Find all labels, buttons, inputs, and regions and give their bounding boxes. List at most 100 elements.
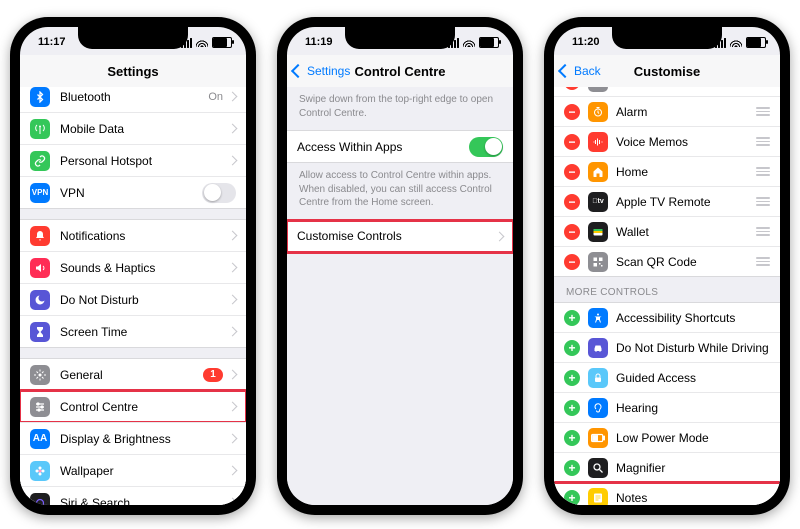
row-personal-hotspot[interactable]: Personal Hotspot	[20, 144, 246, 176]
status-time: 11:19	[305, 36, 333, 48]
included-row-alarm[interactable]: −Alarm	[554, 96, 780, 126]
included-row-scan-qr-code[interactable]: −Scan QR Code	[554, 246, 780, 276]
access-icon	[588, 308, 608, 328]
battery-icon	[479, 37, 499, 48]
included-row-camera[interactable]: −Camera	[554, 87, 780, 96]
row-notifications[interactable]: Notifications	[20, 220, 246, 251]
chevron-right-icon	[228, 295, 238, 305]
chevron-right-icon	[228, 370, 238, 380]
more-row-notes[interactable]: + Notes	[554, 482, 780, 505]
lock-icon	[588, 368, 608, 388]
row-label: VPN	[60, 186, 202, 200]
row-meta: On	[208, 91, 223, 103]
row-label: Screen Time	[60, 325, 229, 339]
aa-icon: AA	[30, 429, 50, 449]
row-label: Guided Access	[616, 371, 770, 385]
drag-handle-icon[interactable]	[756, 257, 770, 266]
battery-icon	[212, 37, 232, 48]
add-button[interactable]: +	[564, 370, 580, 386]
row-label: Control Centre	[60, 400, 229, 414]
drag-handle-icon[interactable]	[756, 227, 770, 236]
back-button[interactable]: Settings	[293, 55, 350, 87]
battery-icon	[746, 37, 766, 48]
row-label: Voice Memos	[616, 135, 748, 149]
nav-title: Customise	[634, 64, 700, 79]
add-button[interactable]: +	[564, 460, 580, 476]
more-row-hearing[interactable]: +Hearing	[554, 392, 780, 422]
row-customise-controls[interactable]: Customise Controls	[287, 221, 513, 252]
back-button[interactable]: Back	[560, 55, 601, 87]
toggle-access-within-apps[interactable]	[469, 137, 503, 157]
remove-button[interactable]: −	[564, 254, 580, 270]
drag-handle-icon[interactable]	[756, 197, 770, 206]
home-icon	[588, 162, 608, 182]
camera-icon	[588, 87, 608, 92]
toggle[interactable]	[202, 183, 236, 203]
row-wallpaper[interactable]: Wallpaper	[20, 454, 246, 486]
included-row-voice-memos[interactable]: − Voice Memos	[554, 126, 780, 156]
row-label: Siri & Search	[60, 496, 229, 506]
more-row-guided-access[interactable]: + Guided Access	[554, 362, 780, 392]
drag-handle-icon[interactable]	[756, 167, 770, 176]
row-label: Apple TV Remote	[616, 195, 748, 209]
chevron-left-icon	[558, 64, 572, 78]
add-button[interactable]: +	[564, 430, 580, 446]
gear-icon	[30, 365, 50, 385]
chevron-left-icon	[291, 64, 305, 78]
remove-button[interactable]: −	[564, 164, 580, 180]
remove-button[interactable]: −	[564, 194, 580, 210]
bell-icon	[30, 226, 50, 246]
row-label: Do Not Disturb	[60, 293, 229, 307]
more-row-low-power-mode[interactable]: +Low Power Mode	[554, 422, 780, 452]
included-row-wallet[interactable]: − Wallet	[554, 216, 780, 246]
drag-handle-icon[interactable]	[756, 137, 770, 146]
notes-icon	[588, 488, 608, 506]
car-icon	[588, 338, 608, 358]
flower-icon	[30, 461, 50, 481]
ear-icon	[588, 398, 608, 418]
chevron-right-icon	[228, 124, 238, 134]
wifi-icon	[196, 38, 208, 47]
notch	[345, 27, 455, 49]
row-label: Home	[616, 165, 748, 179]
wifi-icon	[463, 38, 475, 47]
row-mobile-data[interactable]: Mobile Data	[20, 112, 246, 144]
chevron-right-icon	[228, 402, 238, 412]
row-label: Display & Brightness	[60, 432, 229, 446]
row-sounds-haptics[interactable]: Sounds & Haptics	[20, 251, 246, 283]
more-row-do-not-disturb-while-driving[interactable]: +Do Not Disturb While Driving	[554, 332, 780, 362]
remove-button[interactable]: −	[564, 104, 580, 120]
hourglass-icon	[30, 322, 50, 342]
wallet-icon	[588, 222, 608, 242]
phone-customise: 11:20 Back Customise −Camera−Alarm−Voice…	[544, 17, 790, 515]
row-screen-time[interactable]: Screen Time	[20, 315, 246, 347]
more-row-magnifier[interactable]: +Magnifier	[554, 452, 780, 482]
chevron-right-icon	[228, 231, 238, 241]
row-label: General	[60, 368, 203, 382]
more-row-accessibility-shortcuts[interactable]: +Accessibility Shortcuts	[554, 303, 780, 332]
sound-icon	[30, 258, 50, 278]
remove-button[interactable]: −	[564, 134, 580, 150]
add-button[interactable]: +	[564, 340, 580, 356]
row-vpn[interactable]: VPNVPN	[20, 176, 246, 208]
drag-handle-icon[interactable]	[756, 107, 770, 116]
add-button[interactable]: +	[564, 400, 580, 416]
notch	[78, 27, 188, 49]
included-row-apple-tv-remote[interactable]: −tvApple TV Remote	[554, 186, 780, 216]
row-access-within-apps[interactable]: Access Within Apps	[287, 131, 513, 162]
included-row-home[interactable]: − Home	[554, 156, 780, 186]
row-display-brightness[interactable]: AA Display & Brightness	[20, 422, 246, 454]
row-siri-search[interactable]: Siri & Search	[20, 486, 246, 505]
row-do-not-disturb[interactable]: Do Not Disturb	[20, 283, 246, 315]
bluetooth-icon	[30, 87, 50, 107]
remove-button[interactable]: −	[564, 87, 580, 90]
row-general[interactable]: General1	[20, 359, 246, 390]
row-bluetooth[interactable]: BluetoothOn	[20, 87, 246, 112]
antenna-icon	[30, 119, 50, 139]
add-button[interactable]: +	[564, 310, 580, 326]
row-control-centre[interactable]: Control Centre	[20, 390, 246, 422]
row-label: Wallet	[616, 225, 748, 239]
remove-button[interactable]: −	[564, 224, 580, 240]
add-button[interactable]: +	[564, 490, 580, 506]
row-label: Notes	[616, 491, 770, 505]
